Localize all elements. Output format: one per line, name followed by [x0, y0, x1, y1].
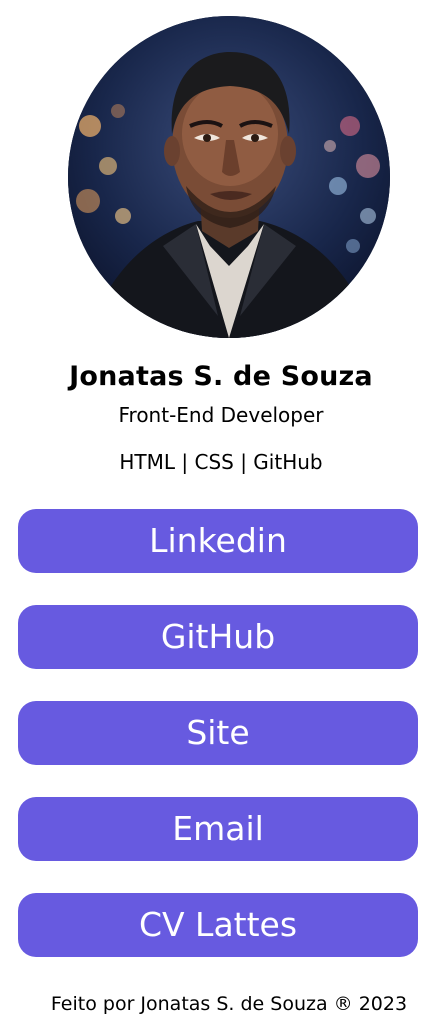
github-button[interactable]: GitHub — [18, 605, 418, 669]
linkedin-button[interactable]: Linkedin — [18, 509, 418, 573]
profile-name: Jonatas S. de Souza — [69, 361, 373, 392]
profile-photo — [68, 16, 390, 338]
site-button[interactable]: Site — [18, 701, 418, 765]
profile-skills: HTML | CSS | GitHub — [119, 450, 323, 474]
footer-credit: Feito por Jonatas S. de Souza ® 2023 — [50, 993, 408, 1015]
link-list: Linkedin GitHub Site Email CV Lattes — [18, 509, 418, 989]
portrait-illustration — [68, 16, 390, 338]
profile-role: Front-End Developer — [118, 403, 324, 427]
cv-lattes-button[interactable]: CV Lattes — [18, 893, 418, 957]
email-button[interactable]: Email — [18, 797, 418, 861]
